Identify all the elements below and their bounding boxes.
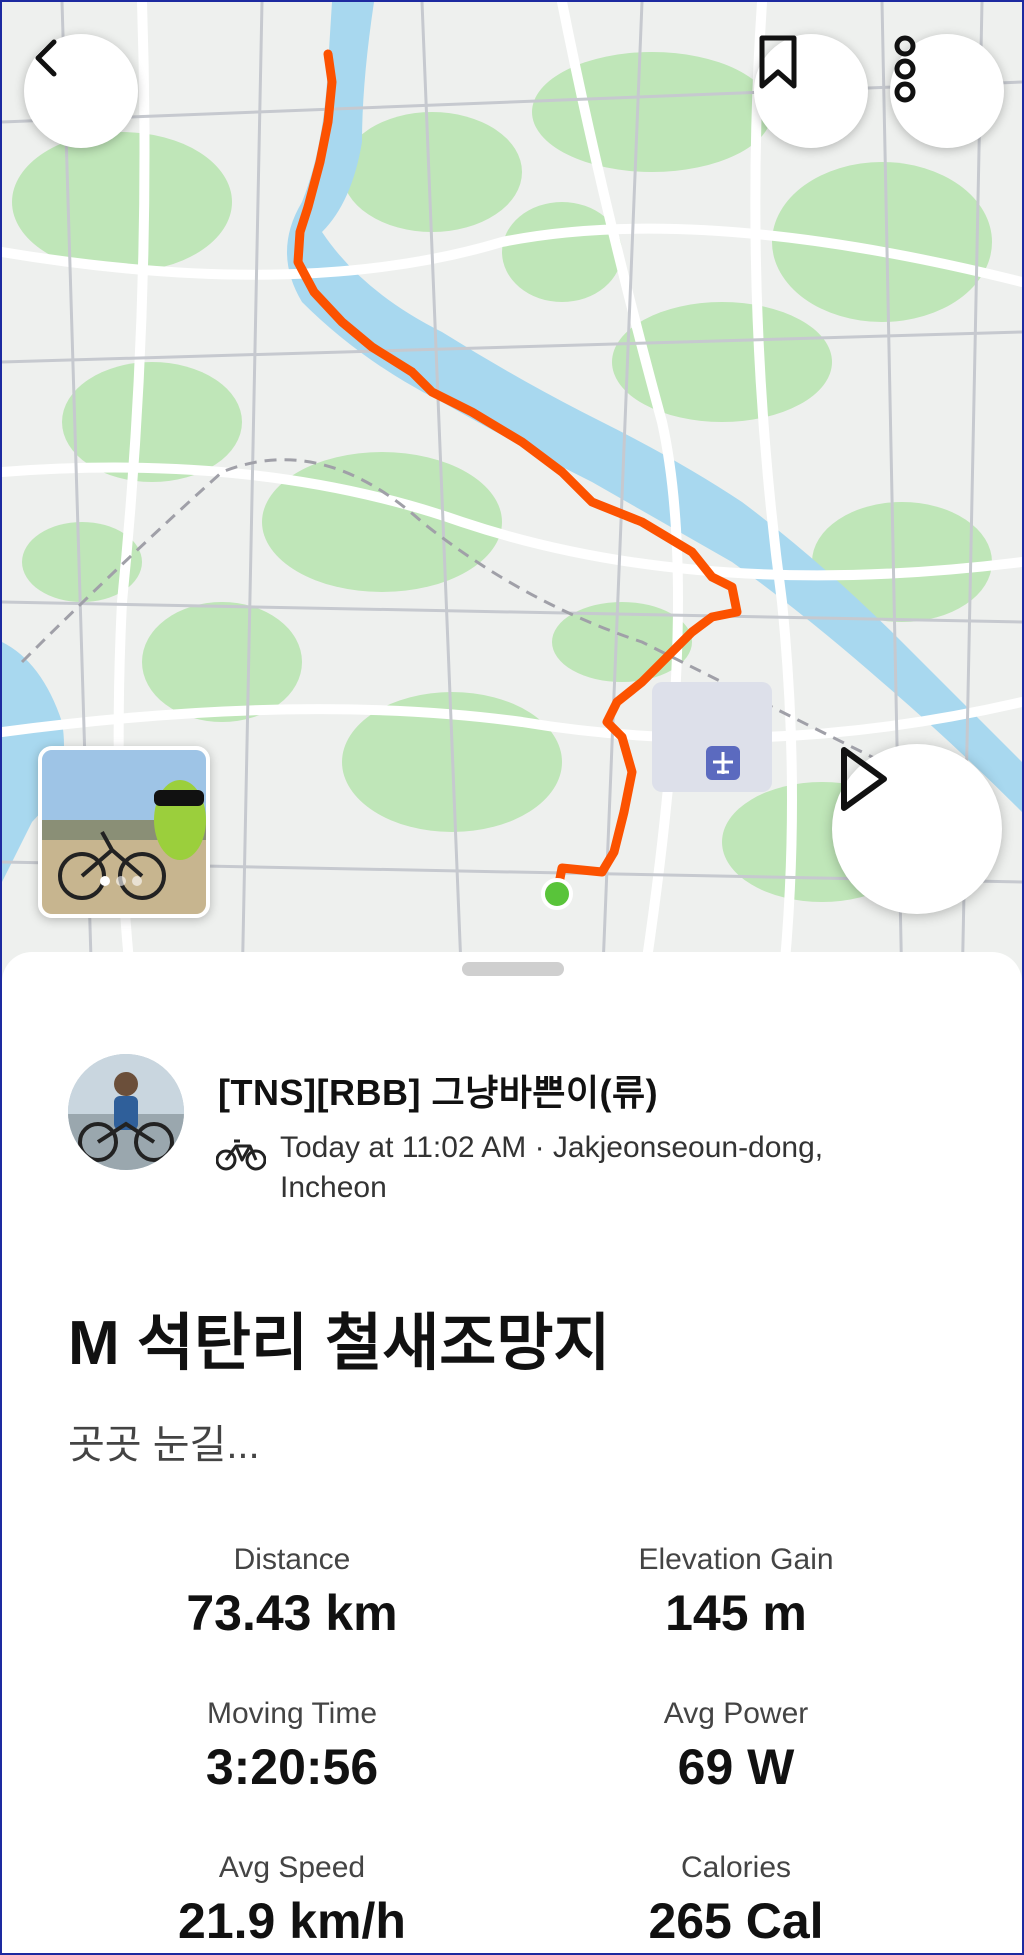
more-icon (894, 35, 916, 103)
stat-label: Calories (680, 1851, 792, 1884)
stat-distance: Distance 73.43 km (72, 1542, 512, 1644)
bike-icon (216, 1139, 266, 1171)
activity-title: M 석탄리 철새조망지 (68, 1309, 611, 1378)
route-map[interactable] (2, 2, 1022, 992)
back-button[interactable] (24, 34, 138, 148)
avatar[interactable] (68, 1054, 184, 1170)
photo-thumbnail[interactable] (38, 746, 210, 918)
stat-avg-speed: Avg Speed 21.9 km/h (72, 1850, 512, 1952)
stat-value: 265 Cal (648, 1893, 824, 1949)
airport-icon (706, 746, 740, 780)
more-options-button[interactable] (890, 34, 1004, 148)
start-marker-icon (541, 878, 573, 910)
stat-label: Avg Power (663, 1697, 809, 1730)
play-flyover-button[interactable] (832, 744, 1002, 914)
activity-meta: Today at 11:02 AM · Jakjeonseoun-dong, I… (280, 1131, 824, 1204)
play-icon (841, 747, 887, 811)
back-icon (35, 39, 57, 77)
stat-value: 21.9 km/h (178, 1893, 406, 1949)
stat-calories: Calories 265 Cal (516, 1850, 956, 1952)
activity-description: 곳곳 눈길... (68, 1423, 260, 1467)
photo-pager-dots (100, 876, 142, 886)
bookmark-button[interactable] (754, 34, 868, 148)
stat-label: Elevation Gain (638, 1543, 834, 1576)
sheet-drag-handle[interactable] (462, 962, 564, 976)
stat-value: 69 W (677, 1739, 795, 1795)
stat-moving-time: Moving Time 3:20:56 (72, 1696, 512, 1798)
activity-photo (42, 750, 206, 914)
stat-value: 73.43 km (186, 1585, 398, 1641)
avatar-image (68, 1054, 184, 1170)
activity-details-sheet: [TNS][RBB] 그냥바쁜이(류) Today at 11:02 AM · … (2, 952, 1022, 1953)
stat-label: Moving Time (206, 1697, 378, 1730)
stat-label: Avg Speed (218, 1851, 366, 1884)
stat-value: 3:20:56 (205, 1739, 379, 1795)
athlete-name[interactable]: [TNS][RBB] 그냥바쁜이(류) (218, 1064, 658, 1116)
stat-elevation-gain: Elevation Gain 145 m (516, 1542, 956, 1644)
stat-value: 145 m (665, 1585, 807, 1641)
stat-label: Distance (233, 1543, 351, 1576)
bookmark-icon (759, 35, 797, 89)
stat-avg-power: Avg Power 69 W (516, 1696, 956, 1798)
